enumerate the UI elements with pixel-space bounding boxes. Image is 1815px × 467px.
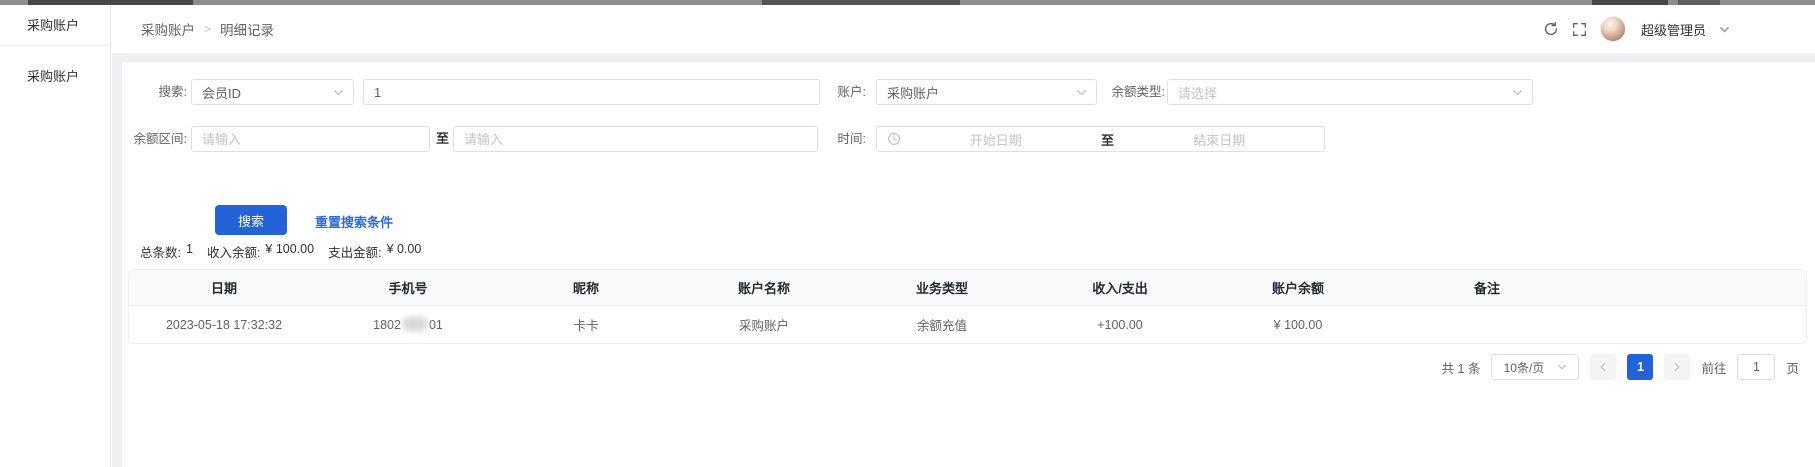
avatar xyxy=(1600,16,1626,42)
header-remark: 备注 xyxy=(1387,278,1587,297)
header-income-expense: 收入/支出 xyxy=(1031,278,1209,297)
search-label: 搜索: xyxy=(122,79,187,105)
account-select-value: 采购账户 xyxy=(887,83,939,102)
page-size-value: 10条/页 xyxy=(1504,359,1545,376)
breadcrumb-item-detail-records: 明细记录 xyxy=(220,19,274,39)
expense-amount-value: ¥ 0.00 xyxy=(387,242,422,261)
chevron-down-icon xyxy=(1557,362,1567,372)
balance-type-label: 余额类型: xyxy=(1100,79,1165,105)
chevron-left-icon xyxy=(1598,362,1608,372)
topbar: 采购账户 > 明细记录 超级管理员 xyxy=(112,5,1815,53)
fullscreen-button[interactable] xyxy=(1572,22,1587,37)
records-table: 日期 手机号 昵称 账户名称 业务类型 收入/支出 账户余额 备注 2023-0… xyxy=(128,269,1807,344)
fullscreen-icon xyxy=(1572,22,1587,37)
header-divider xyxy=(112,53,1815,62)
clock-icon xyxy=(887,132,901,146)
reset-search-link[interactable]: 重置搜索条件 xyxy=(315,212,393,231)
pagination: 共 1 条 10条/页 1 前往 页 xyxy=(1442,354,1799,380)
cell-account-name: 采购账户 xyxy=(675,315,853,334)
sidebar-item-purchase-account-root[interactable]: 采购账户 xyxy=(0,5,110,46)
expense-amount-label: 支出金额: xyxy=(328,242,381,261)
chevron-down-icon xyxy=(1512,87,1523,98)
header-account-balance: 账户余额 xyxy=(1209,278,1387,297)
goto-page-input[interactable] xyxy=(1737,354,1775,380)
breadcrumb-separator-icon: > xyxy=(204,22,211,36)
table-row[interactable]: 2023-05-18 17:32:32 180201 卡卡 采购账户 余额充值 … xyxy=(129,306,1806,343)
cell-account-balance: ¥ 100.00 xyxy=(1209,318,1387,332)
current-page-button[interactable]: 1 xyxy=(1627,354,1653,380)
time-label: 时间: xyxy=(801,126,866,152)
pagination-total: 共 1 条 xyxy=(1442,358,1481,377)
income-balance-value: ¥ 100.00 xyxy=(265,242,314,261)
balance-range-min-input[interactable] xyxy=(191,126,430,152)
sidebar-item-purchase-account[interactable]: 采购账户 xyxy=(0,59,110,95)
header-phone: 手机号 xyxy=(319,278,497,297)
refresh-button[interactable] xyxy=(1543,21,1559,37)
balance-range-label: 余额区间: xyxy=(122,126,187,152)
search-type-select[interactable]: 会员ID xyxy=(191,79,354,105)
cell-nickname: 卡卡 xyxy=(497,315,675,334)
cell-phone: 180201 xyxy=(319,317,497,332)
left-gutter xyxy=(112,53,122,467)
search-type-value: 会员ID xyxy=(202,83,241,102)
balance-type-placeholder: 请选择 xyxy=(1178,83,1217,102)
chevron-down-icon xyxy=(333,87,344,98)
sidebar: 采购账户 采购账户 xyxy=(0,5,111,467)
chevron-right-icon xyxy=(1672,362,1682,372)
chevron-down-icon xyxy=(1076,87,1087,98)
header-account-name: 账户名称 xyxy=(675,278,853,297)
date-to-label: 至 xyxy=(1091,130,1125,149)
goto-label: 前往 xyxy=(1701,358,1726,377)
start-date-placeholder[interactable]: 开始日期 xyxy=(901,130,1091,149)
main-content: 搜索: 会员ID 账户: 采购账户 余额类型: 请选择 余额区间: 至 时间: … xyxy=(122,62,1815,467)
search-keyword-input[interactable] xyxy=(363,79,820,105)
cell-date: 2023-05-18 17:32:32 xyxy=(129,318,319,332)
refresh-icon xyxy=(1543,21,1559,37)
balance-range-to-label: 至 xyxy=(433,126,452,152)
page-unit-label: 页 xyxy=(1786,358,1799,377)
account-select[interactable]: 采购账户 xyxy=(876,79,1097,105)
income-balance-label: 收入余额: xyxy=(207,242,260,261)
header-nickname: 昵称 xyxy=(497,278,675,297)
breadcrumb-item-purchase-account[interactable]: 采购账户 xyxy=(141,19,195,39)
header-date: 日期 xyxy=(129,278,319,297)
cell-business-type: 余额充值 xyxy=(853,315,1031,334)
phone-redaction-blur xyxy=(402,317,428,331)
cell-income-expense: +100.00 xyxy=(1031,318,1209,332)
end-date-placeholder[interactable]: 结束日期 xyxy=(1125,130,1315,149)
header-business-type: 业务类型 xyxy=(853,278,1031,297)
user-name[interactable]: 超级管理员 xyxy=(1641,20,1706,39)
total-count-label: 总条数: xyxy=(140,242,181,261)
date-range-picker[interactable]: 开始日期 至 结束日期 xyxy=(876,126,1325,152)
account-label: 账户: xyxy=(801,79,866,105)
table-header-row: 日期 手机号 昵称 账户名称 业务类型 收入/支出 账户余额 备注 xyxy=(129,270,1806,306)
prev-page-button[interactable] xyxy=(1590,354,1616,380)
balance-range-max-input[interactable] xyxy=(453,126,818,152)
user-menu[interactable] xyxy=(1600,16,1626,42)
chevron-down-icon[interactable] xyxy=(1719,24,1730,35)
next-page-button[interactable] xyxy=(1664,354,1690,380)
summary-bar: 总条数: 1 收入余额: ¥ 100.00 支出金额: ¥ 0.00 xyxy=(140,242,421,261)
total-count-value: 1 xyxy=(186,242,193,261)
balance-type-select[interactable]: 请选择 xyxy=(1167,79,1533,105)
search-button[interactable]: 搜索 xyxy=(215,205,287,235)
page-size-select[interactable]: 10条/页 xyxy=(1491,354,1579,380)
topbar-actions: 超级管理员 xyxy=(1543,5,1730,53)
breadcrumb: 采购账户 > 明细记录 xyxy=(141,5,274,53)
